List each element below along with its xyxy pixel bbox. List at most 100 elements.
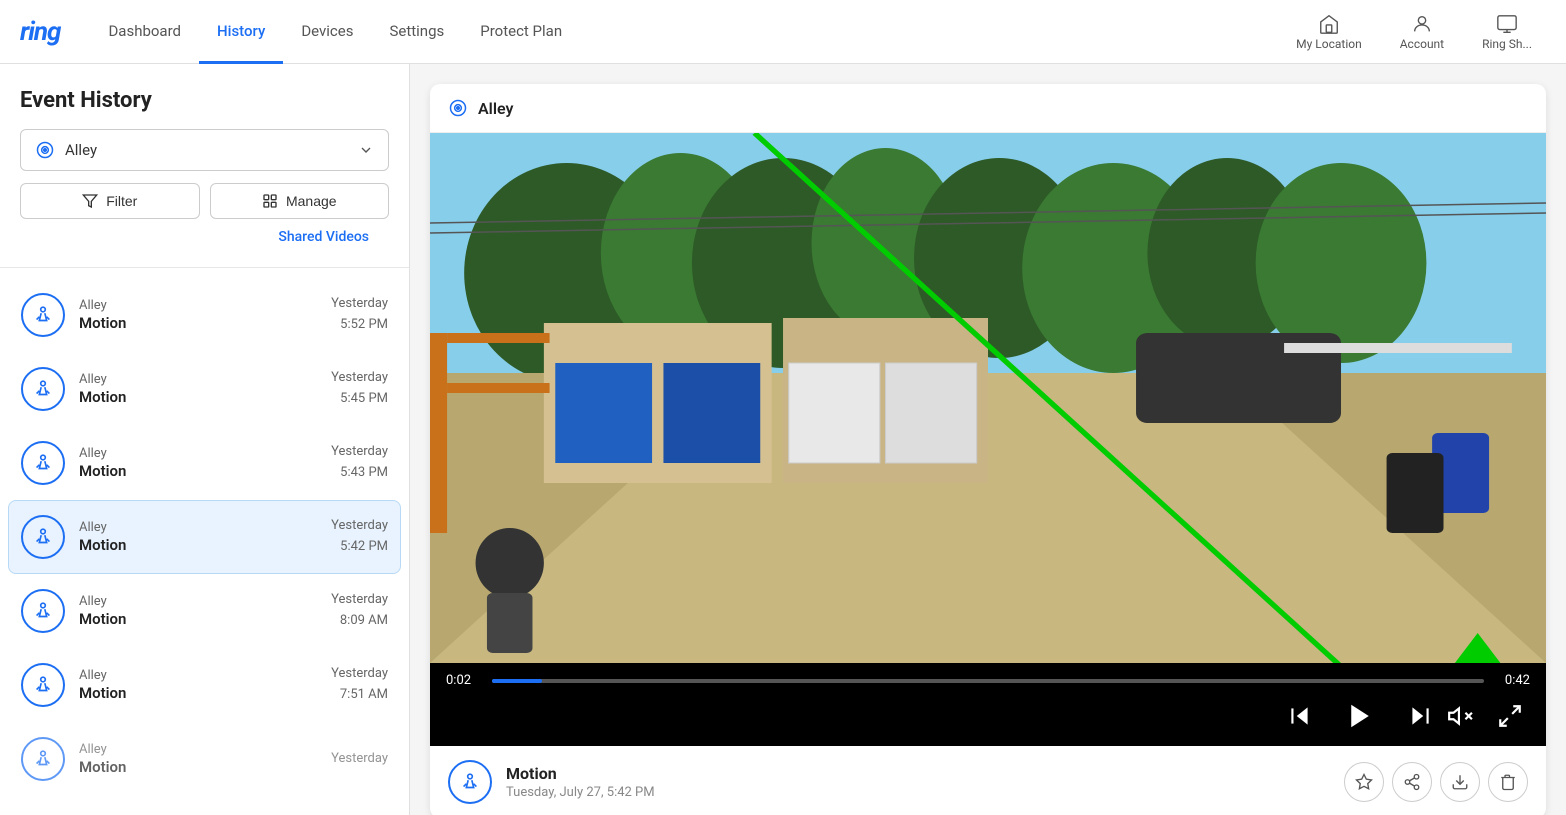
video-footer: Motion Tuesday, July 27, 5:42 PM xyxy=(430,746,1546,815)
top-navigation: ring Dashboard History Devices Settings … xyxy=(0,0,1566,64)
play-button[interactable] xyxy=(1340,696,1380,736)
event-type-6: Motion xyxy=(79,684,317,702)
event-item-5[interactable]: Alley Motion Yesterday 8:09 AM xyxy=(8,574,401,648)
manage-label: Manage xyxy=(286,193,337,209)
content-area: Alley xyxy=(410,64,1566,815)
event-time-5: Yesterday 8:09 AM xyxy=(331,590,388,632)
event-item-3[interactable]: Alley Motion Yesterday 5:43 PM xyxy=(8,426,401,500)
motion-icon-3 xyxy=(32,452,54,474)
motion-icon-4 xyxy=(32,526,54,548)
skip-back-button[interactable] xyxy=(1280,696,1320,736)
footer-event-icon xyxy=(448,760,492,804)
control-buttons xyxy=(1280,696,1440,736)
account-icon xyxy=(1411,13,1433,35)
sidebar-header: Event History Alley xyxy=(0,64,409,257)
event-item-4[interactable]: Alley Motion Yesterday 5:42 PM xyxy=(8,500,401,574)
ring-logo: ring xyxy=(20,17,60,47)
motion-icon-5 xyxy=(32,600,54,622)
manage-icon xyxy=(262,193,278,209)
ring-share-button[interactable]: Ring Sh... xyxy=(1468,13,1546,51)
event-item-6[interactable]: Alley Motion Yesterday 7:51 AM xyxy=(8,648,401,722)
event-time-6: Yesterday 7:51 AM xyxy=(331,664,388,706)
main-layout: Event History Alley xyxy=(0,64,1566,815)
footer-info: Motion Tuesday, July 27, 5:42 PM xyxy=(506,764,1330,800)
account-button[interactable]: Account xyxy=(1386,13,1458,51)
download-icon xyxy=(1451,773,1469,791)
ring-share-icon xyxy=(1496,13,1518,35)
event-item-2[interactable]: Alley Motion Yesterday 5:45 PM xyxy=(8,352,401,426)
event-icon-wrap-1 xyxy=(21,293,65,337)
video-card: Alley xyxy=(430,84,1546,815)
event-icon-wrap-4 xyxy=(21,515,65,559)
motion-icon-2 xyxy=(32,378,54,400)
skip-forward-button[interactable] xyxy=(1400,696,1440,736)
share-button[interactable] xyxy=(1392,762,1432,802)
event-type-5: Motion xyxy=(79,610,317,628)
motion-icon-7 xyxy=(32,748,54,770)
total-time-label: 0:42 xyxy=(1494,673,1530,688)
footer-motion-icon xyxy=(459,771,481,793)
sidebar: Event History Alley xyxy=(0,64,410,815)
event-icon-wrap-5 xyxy=(21,589,65,633)
progress-bar-wrap: 0:02 0:42 xyxy=(446,673,1530,688)
nav-devices[interactable]: Devices xyxy=(283,0,371,64)
home-icon xyxy=(1318,13,1340,35)
event-item-7[interactable]: Alley Motion Yesterday xyxy=(8,722,401,796)
play-icon xyxy=(1345,701,1375,731)
event-info-3: Alley Motion xyxy=(79,446,317,480)
nav-history[interactable]: History xyxy=(199,0,283,64)
mute-button[interactable] xyxy=(1440,696,1480,736)
control-row xyxy=(446,696,1530,736)
nav-protect[interactable]: Protect Plan xyxy=(462,0,580,64)
chevron-down-icon xyxy=(358,142,374,158)
event-info-4: Alley Motion xyxy=(79,520,317,554)
video-controls: 0:02 0:42 xyxy=(430,663,1546,746)
event-list: Alley Motion Yesterday 5:52 PM xyxy=(0,278,409,796)
device-select-dropdown[interactable]: Alley xyxy=(20,129,389,171)
current-time-label: 0:02 xyxy=(446,673,482,688)
download-button[interactable] xyxy=(1440,762,1480,802)
progress-track[interactable] xyxy=(492,679,1484,683)
event-info-7: Alley Motion xyxy=(79,742,317,776)
filter-label: Filter xyxy=(106,193,137,209)
nav-settings[interactable]: Settings xyxy=(371,0,462,64)
event-device-1: Alley xyxy=(79,298,317,313)
fullscreen-icon xyxy=(1497,703,1523,729)
event-device-7: Alley xyxy=(79,742,317,757)
event-type-7: Motion xyxy=(79,758,317,776)
event-device-6: Alley xyxy=(79,668,317,683)
event-item-1[interactable]: Alley Motion Yesterday 5:52 PM xyxy=(8,278,401,352)
nav-links: Dashboard History Devices Settings Prote… xyxy=(90,0,580,63)
filter-button[interactable]: Filter xyxy=(20,183,200,219)
sidebar-title: Event History xyxy=(20,88,389,113)
event-type-2: Motion xyxy=(79,388,317,406)
video-header-camera-icon xyxy=(448,98,468,118)
my-location-label: My Location xyxy=(1296,37,1362,51)
device-select-left: Alley xyxy=(35,140,97,160)
manage-button[interactable]: Manage xyxy=(210,183,390,219)
fullscreen-button[interactable] xyxy=(1490,696,1530,736)
nav-dashboard[interactable]: Dashboard xyxy=(90,0,199,64)
video-right-controls xyxy=(1440,696,1530,736)
event-device-2: Alley xyxy=(79,372,317,387)
selected-device-label: Alley xyxy=(65,141,97,159)
ring-share-label: Ring Sh... xyxy=(1482,37,1532,51)
motion-icon-6 xyxy=(32,674,54,696)
camera-icon xyxy=(35,140,55,160)
event-icon-wrap-3 xyxy=(21,441,65,485)
event-device-5: Alley xyxy=(79,594,317,609)
filter-icon xyxy=(82,193,98,209)
delete-button[interactable] xyxy=(1488,762,1528,802)
event-info-1: Alley Motion xyxy=(79,298,317,332)
video-header: Alley xyxy=(430,84,1546,133)
event-time-2: Yesterday 5:45 PM xyxy=(331,368,388,410)
shared-videos-link[interactable]: Shared Videos xyxy=(20,219,389,245)
video-device-title: Alley xyxy=(478,99,513,118)
event-info-6: Alley Motion xyxy=(79,668,317,702)
star-button[interactable] xyxy=(1344,762,1384,802)
event-icon-wrap-7 xyxy=(21,737,65,781)
skip-forward-icon xyxy=(1407,703,1433,729)
event-type-4: Motion xyxy=(79,536,317,554)
video-scene xyxy=(430,133,1546,663)
my-location-button[interactable]: My Location xyxy=(1282,13,1376,51)
